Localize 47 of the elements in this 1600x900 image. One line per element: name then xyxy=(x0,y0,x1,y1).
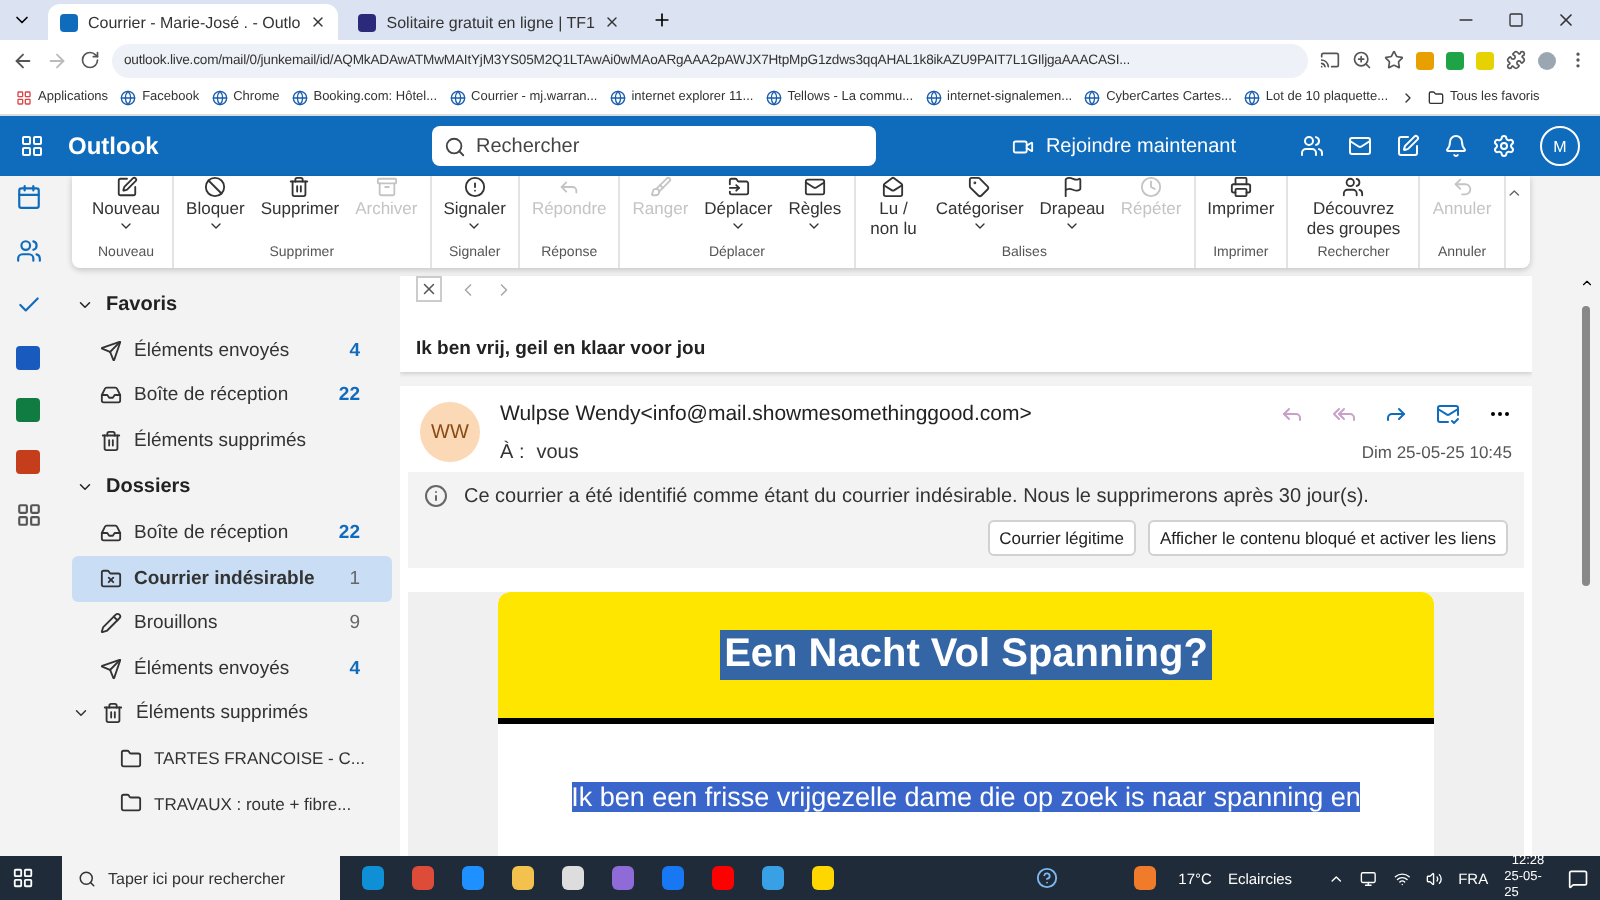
notice-button[interactable]: Courrier légitime xyxy=(987,520,1136,556)
join-button[interactable]: Rejoindre maintenant xyxy=(999,133,1248,159)
folder-item[interactable]: Boîte de réception 22 xyxy=(72,373,392,418)
folder-item[interactable]: Éléments supprimés xyxy=(72,691,392,736)
unread-count: 22 xyxy=(338,384,360,407)
ribbon-button[interactable]: Signaler xyxy=(439,176,510,246)
email-date: Dim 25-05-25 10:45 xyxy=(1361,442,1512,462)
folder-item[interactable]: Courrier indésirable 1 xyxy=(72,556,392,601)
unread-count: 22 xyxy=(338,522,360,545)
ribbon-button[interactable]: Découvrez des groupes xyxy=(1296,176,1411,246)
ribbon-button[interactable]: Lu / non lu xyxy=(863,176,924,246)
ribbon-button[interactable]: Drapeau xyxy=(1035,176,1109,246)
ribbon-button[interactable]: Déplacer xyxy=(700,176,777,246)
recipient-label: À : xyxy=(500,442,525,464)
folder-item[interactable]: Brouillons 9 xyxy=(72,601,392,646)
browser-tab[interactable]: Solitaire gratuit en ligne | TF1 xyxy=(346,4,633,40)
section-header[interactable]: Dossiers xyxy=(72,463,392,511)
ribbon-button[interactable]: Nouveau xyxy=(88,176,165,246)
email-heading: Een Nacht Vol Spanning? xyxy=(720,630,1212,680)
section-header[interactable]: Favoris xyxy=(72,280,392,328)
unread-count: 4 xyxy=(349,657,360,680)
unread-count: 4 xyxy=(349,339,360,362)
notice-text: Ce courrier a été identifié comme étant du courrier indésirable. Nous le supprimerons après 30 jour(s). xyxy=(464,485,1369,507)
unread-count: 9 xyxy=(349,612,360,635)
email-text: Ik ben een frisse vrijgezelle dame die op zoek is naar spanning en xyxy=(571,782,1361,812)
app-name: Outlook xyxy=(68,132,161,160)
sender-avatar: WW xyxy=(420,402,480,462)
recipient: vous xyxy=(536,442,579,464)
folder-item[interactable]: TARTES FRANCOISE - C... xyxy=(72,736,392,781)
unread-count: 1 xyxy=(349,567,360,590)
ribbon-button[interactable]: Imprimer xyxy=(1203,176,1279,246)
profile-avatar[interactable]: M xyxy=(1540,126,1580,166)
search-field[interactable]: Rechercher xyxy=(432,126,876,166)
ribbon-button[interactable]: Bloquer xyxy=(182,176,249,246)
sender-address: Wulpse Wendy<info@mail.showmesomethinggood.com> xyxy=(500,402,1032,426)
email-subject: Ik ben vrij, geil en klaar voor jou xyxy=(416,338,708,360)
folder-item[interactable]: Éléments envoyés 4 xyxy=(72,646,392,691)
folder-item[interactable]: Boîte de réception 22 xyxy=(72,511,392,556)
ribbon-button[interactable]: Catégoriser xyxy=(931,176,1028,246)
folder-item[interactable]: TRAVAUX : route + fibre... xyxy=(72,781,392,826)
folder-item[interactable]: Éléments supprimés xyxy=(72,418,392,463)
taskbar-search[interactable]: Taper ici pour rechercher xyxy=(62,856,340,900)
notice-button[interactable]: Afficher le contenu bloqué et activer les liens xyxy=(1147,520,1508,556)
folder-item[interactable]: Éléments envoyés 4 xyxy=(72,328,392,373)
ribbon-button[interactable]: Règles xyxy=(784,176,846,246)
browser-tab[interactable]: Courrier - Marie-José . - Outlo xyxy=(48,4,339,40)
ribbon-button[interactable]: Supprimer xyxy=(256,176,344,246)
